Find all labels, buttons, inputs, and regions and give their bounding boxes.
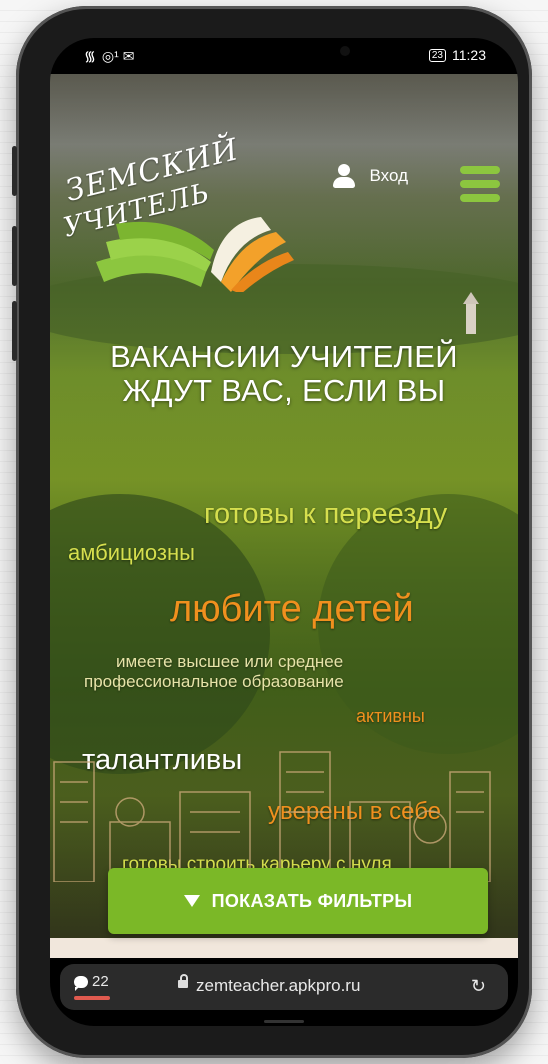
notification-icons: ◎¹ ✉ <box>101 48 135 64</box>
reload-icon[interactable]: ↻ <box>471 976 486 997</box>
show-filters-button[interactable]: ПОКАЗАТЬ ФИЛЬТРЫ <box>108 868 488 934</box>
headline-line1: ВАКАНСИИ УЧИТЕЛЕЙ <box>110 339 458 374</box>
front-camera <box>340 46 350 56</box>
book-icon <box>96 217 294 292</box>
hero-section: ЗЕМСКИЙ УЧИТЕЛЬ Вход ВАКАНСИИ УЧИТЕЛЕЙ Ж… <box>50 74 518 954</box>
tag-text: активны <box>356 706 425 726</box>
phone-side-button <box>12 301 17 361</box>
phone-side-button <box>12 146 17 196</box>
status-bar: ᯾ ◎¹ ✉ 23 11:23 <box>50 38 518 74</box>
church-tower <box>463 292 479 334</box>
battery-icon: 23 <box>428 48 446 62</box>
site-logo[interactable]: ЗЕМСКИЙ УЧИТЕЛЬ <box>56 122 296 292</box>
tag-text: готовы к переезду <box>204 498 448 530</box>
status-left: ᯾ ◎¹ ✉ <box>84 47 134 66</box>
hero-bottom-band <box>50 938 518 958</box>
phone-side-button <box>12 226 17 286</box>
login-link[interactable]: Вход <box>332 164 408 188</box>
status-right: 23 11:23 <box>428 47 486 63</box>
tag-text: профессиональное образование <box>84 672 344 691</box>
url-text[interactable]: zemteacher.apkpro.ru <box>196 976 360 996</box>
city-skyline-illustration <box>53 751 491 882</box>
home-indicator <box>264 1020 304 1023</box>
status-time: 11:23 <box>452 47 486 63</box>
tag-text: любите детей <box>170 588 414 630</box>
tag-text: имеете высшее или среднее <box>116 652 344 671</box>
phone-screen: ᯾ ◎¹ ✉ 23 11:23 ЗЕМСКИЙ УЧИТЕЛЬ Вход ВАК… <box>50 38 518 1026</box>
browser-address-bar[interactable]: 22 zemteacher.apkpro.ru ↻ <box>60 964 508 1010</box>
signal-icon: ᯾ <box>84 48 96 64</box>
lock-icon <box>178 974 188 988</box>
show-filters-label: ПОКАЗАТЬ ФИЛЬТРЫ <box>211 890 413 911</box>
comment-count: 22 <box>92 973 109 990</box>
tag-text: амбициозны <box>68 540 195 565</box>
triangle-down-icon <box>183 895 200 907</box>
user-icon <box>332 164 356 188</box>
page-title: ВАКАНСИИ УЧИТЕЛЕЙ ЖДУТ ВАС, ЕСЛИ ВЫ <box>50 340 518 408</box>
comment-icon <box>74 975 88 991</box>
hamburger-menu-icon[interactable] <box>460 166 500 202</box>
comments-button[interactable]: 22 <box>74 973 109 991</box>
login-label: Вход <box>369 166 408 185</box>
comment-indicator <box>74 996 110 1000</box>
headline-line2: ЖДУТ ВАС, ЕСЛИ ВЫ <box>122 373 446 408</box>
